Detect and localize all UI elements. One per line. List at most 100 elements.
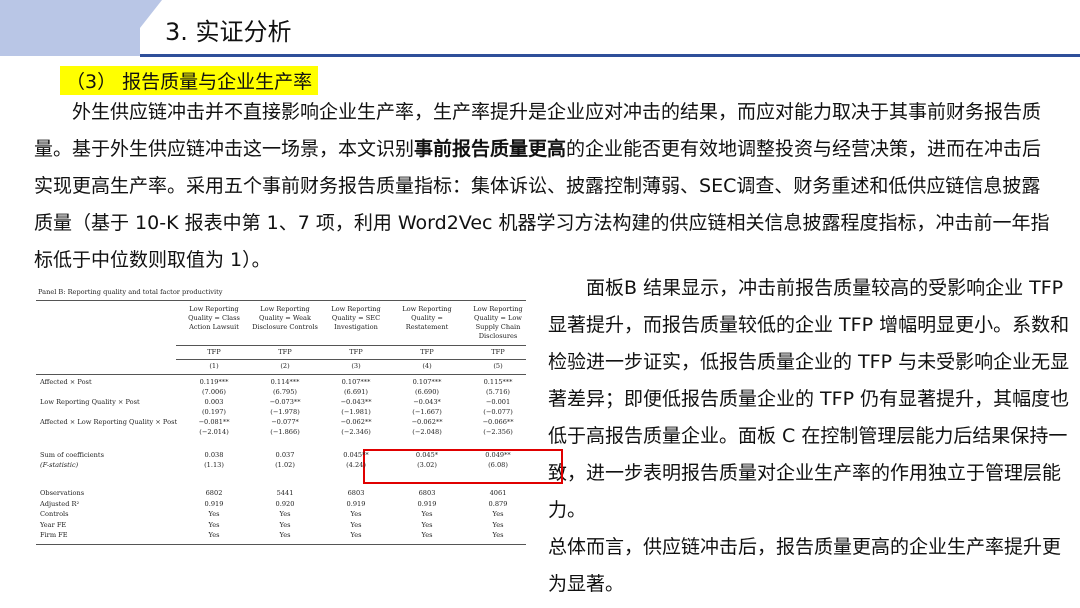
coef-cell: 0.037 <box>275 451 295 459</box>
coef-cell: 0.115*** <box>483 378 513 386</box>
table-rule <box>176 345 526 346</box>
stat-cell: Yes <box>421 520 433 529</box>
stat-cell: Yes <box>350 531 362 539</box>
column-header: Low Reporting Quality = SEC Investigatio… <box>331 305 381 331</box>
stat-label: Controls <box>40 510 69 518</box>
coef-cell: −0.062** <box>411 418 443 426</box>
stat-cell: 4061 <box>489 489 507 497</box>
intro-bold: 事前报告质量更高 <box>414 138 567 160</box>
coef-cell: −0.043* <box>413 398 441 406</box>
row-label: Affected × Low Reporting Quality × Post <box>40 418 178 426</box>
result-paragraph: 面板B 结果显示，冲击前报告质量较高的受影响企业 TFP 显著提升，而报告质量较… <box>548 270 1076 529</box>
stat-label: Firm FE <box>40 531 68 539</box>
coef-cell: −0.043** <box>340 398 372 406</box>
stat-cell: 0.919 <box>346 499 366 508</box>
column-header: Low Reporting Quality = Restatement <box>402 305 452 331</box>
stat-cell: Yes <box>492 531 504 539</box>
coef-cell: −0.001 <box>485 398 511 406</box>
dep-var: TFP <box>349 348 363 356</box>
stat-label: Adjusted R² <box>40 499 80 508</box>
stat-cell: Yes <box>208 520 220 529</box>
column-number: (4) <box>422 362 432 370</box>
coef-cell: 0.038 <box>204 451 224 459</box>
tstat-cell: (−2.048) <box>412 428 442 436</box>
tstat-cell: (1.13) <box>204 461 224 469</box>
tstat-cell: (5.716) <box>485 388 511 396</box>
dep-var: TFP <box>491 348 505 356</box>
column-number: (2) <box>280 362 290 370</box>
coef-cell: 0.003 <box>204 398 224 406</box>
stat-cell: Yes <box>279 510 291 518</box>
tstat-cell: (−1.866) <box>270 428 300 436</box>
tstat-cell: (−1.667) <box>412 408 442 416</box>
column-header: Low Reporting Quality = Low Supply Chain… <box>473 305 523 340</box>
tstat-cell: (−1.981) <box>341 408 371 416</box>
coef-cell: −0.081** <box>198 418 230 426</box>
coef-cell: −0.073** <box>269 398 301 406</box>
result-p1: 面板B 结果显示，冲击前报告质量较高的受影响企业 TFP 显著提升，而报告质量较… <box>548 277 1070 521</box>
coef-cell: 0.114*** <box>270 378 300 386</box>
tstat-cell: (3.02) <box>417 461 437 469</box>
tstat-cell: (1.02) <box>275 461 295 469</box>
conclusion-paragraph: 总体而言，供应链冲击后，报告质量更高的企业生产率提升更为显著。 <box>548 536 1062 595</box>
stat-label: Observations <box>40 489 85 497</box>
stat-cell: 0.919 <box>204 499 224 508</box>
tstat-cell: (−2.346) <box>341 428 371 436</box>
coef-cell: −0.062** <box>340 418 372 426</box>
slide-title: 3. 实证分析 <box>165 18 292 46</box>
coef-cell: 0.119*** <box>199 378 229 386</box>
stat-cell: 0.919 <box>417 499 437 508</box>
stat-cell: Yes <box>492 510 504 518</box>
tstat-cell: (7.006) <box>201 388 227 396</box>
row-label: Low Reporting Quality × Post <box>40 398 140 406</box>
stat-cell: Yes <box>208 510 220 518</box>
column-number: (5) <box>493 362 503 370</box>
tstat-cell: (0.197) <box>201 408 227 416</box>
tstat-cell: (6.691) <box>343 388 369 396</box>
table-rule <box>36 374 526 375</box>
dep-var: TFP <box>278 348 292 356</box>
table-caption: Panel B: Reporting quality and total fac… <box>38 288 223 296</box>
coef-cell: 0.045* <box>415 451 439 459</box>
stat-cell: Yes <box>350 520 362 529</box>
stat-cell: Yes <box>492 520 504 529</box>
stat-label: Year FE <box>40 520 67 529</box>
intro-paragraph: 外生供应链冲击并不直接影响企业生产率，生产率提升是企业应对冲击的结果，而应对能力… <box>34 94 1054 279</box>
header-band-corner <box>118 0 162 56</box>
tstat-cell: (4.24) <box>346 461 366 469</box>
section-subtitle: （3） 报告质量与企业生产率 <box>60 66 319 95</box>
stat-cell: 6803 <box>347 489 365 497</box>
tstat-cell: (−0.077) <box>483 408 513 416</box>
table-top-rule <box>36 300 526 301</box>
dep-var: TFP <box>420 348 434 356</box>
coef-cell: 0.045** <box>343 451 369 459</box>
stat-cell: Yes <box>421 510 433 518</box>
stat-cell: 6802 <box>205 489 223 497</box>
coef-cell: 0.107*** <box>412 378 442 386</box>
row-label: Affected × Post <box>40 378 92 386</box>
table-rule <box>36 543 526 545</box>
stat-cell: 0.879 <box>488 499 508 508</box>
stat-cell: 5441 <box>276 489 294 497</box>
stat-cell: Yes <box>421 531 433 539</box>
column-header: Low Reporting Quality = Class Action Law… <box>188 305 240 331</box>
tstat-cell: (6.795) <box>272 388 298 396</box>
tstat-cell: (−1.978) <box>270 408 300 416</box>
tstat-cell: (−2.014) <box>199 428 229 436</box>
result-text: 面板B 结果显示，冲击前报告质量较高的受影响企业 TFP 显著提升，而报告质量较… <box>548 270 1076 603</box>
coef-cell: −0.077* <box>271 418 299 426</box>
stat-cell: Yes <box>208 531 220 539</box>
row-label: Sum of coefficients <box>40 451 104 459</box>
column-number: (1) <box>209 362 219 370</box>
stat-cell: 6803 <box>418 489 436 497</box>
coef-cell: 0.107*** <box>341 378 371 386</box>
row-label: (F-statistic) <box>40 461 79 469</box>
coef-cell: −0.066** <box>482 418 514 426</box>
dep-var: TFP <box>207 348 221 356</box>
stat-cell: Yes <box>350 510 362 518</box>
tstat-cell: (6.08) <box>488 461 508 469</box>
column-header: Low Reporting Quality = Weak Disclosure … <box>252 305 318 331</box>
tstat-cell: (−2.356) <box>483 428 513 436</box>
table-rule <box>176 359 526 360</box>
header-rule <box>140 54 1080 57</box>
